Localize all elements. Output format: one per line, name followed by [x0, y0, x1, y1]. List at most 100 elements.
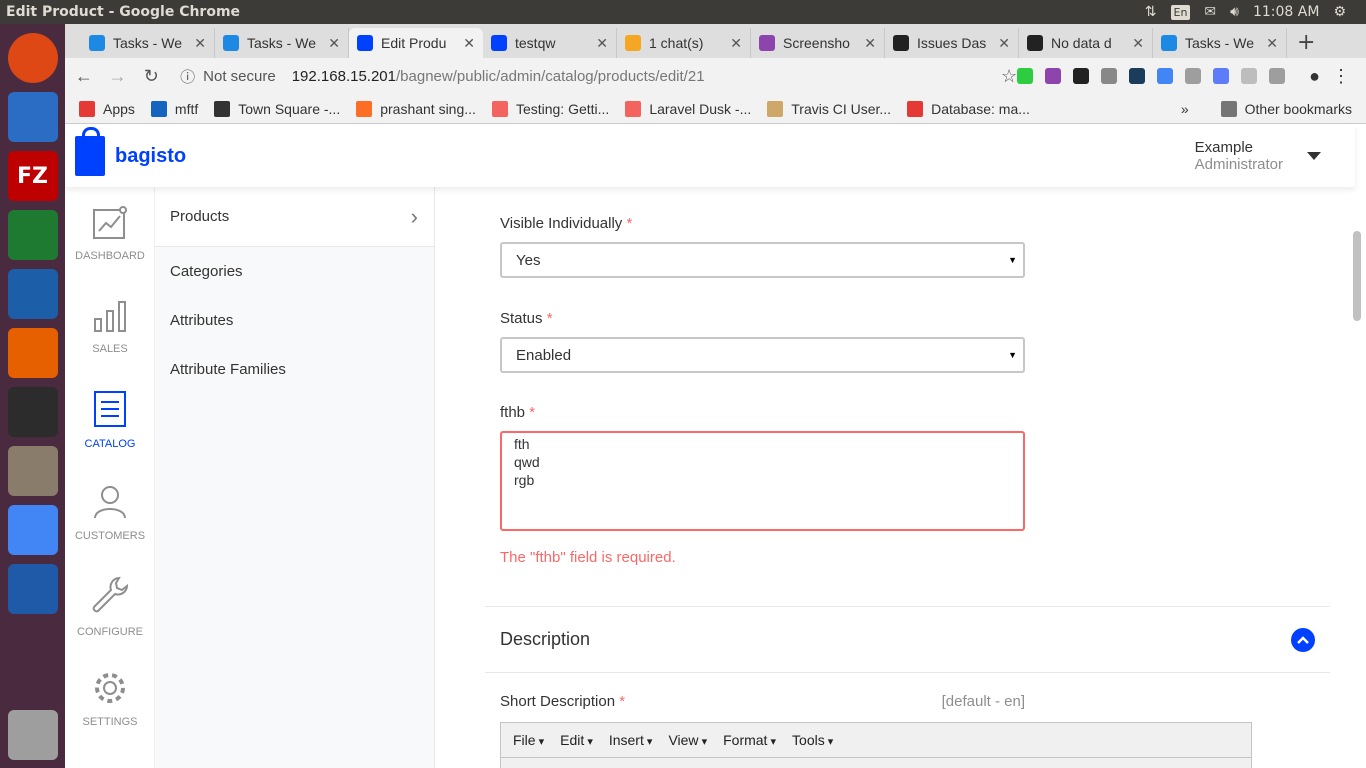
extension-icon[interactable] [1213, 68, 1230, 84]
textarea-line: fth [514, 436, 530, 452]
tab-favicon-icon [625, 35, 641, 51]
tab-close-icon[interactable]: ✕ [998, 35, 1010, 52]
power-gear-icon[interactable]: ⚙ [1333, 4, 1346, 20]
description-accordion-header[interactable]: Description [485, 606, 1330, 673]
admin-header: bagisto Example Administrator [65, 125, 1355, 187]
filezilla-icon[interactable]: FZ [7, 151, 58, 201]
bookmark-item[interactable]: Database: ma... [907, 100, 1030, 117]
nav-settings[interactable]: SETTINGS [65, 652, 155, 745]
nav-sales[interactable]: SALES [65, 280, 155, 373]
bookmark-item[interactable]: Town Square -... [214, 100, 340, 117]
bookmark-item[interactable]: Testing: Getti... [491, 100, 609, 117]
browser-tab[interactable]: No data d ✕ [1019, 28, 1153, 58]
browser-tab-strip: Tasks - We ✕ Tasks - We ✕ Edit Produ ✕ testqw ✕… [65, 24, 1366, 58]
mail-icon[interactable]: ✉ [1204, 4, 1216, 20]
tab-label: testqw [515, 35, 556, 51]
browser-tab[interactable]: Edit Produ ✕ [349, 28, 483, 58]
profile-icon[interactable]: ● [1309, 66, 1320, 87]
libreoffice-calc-icon[interactable] [7, 210, 58, 260]
extension-icon[interactable] [1017, 68, 1034, 84]
visible-individually-select[interactable]: Yes ▼ [500, 242, 1025, 278]
firefox-icon[interactable] [7, 328, 58, 378]
browser-tab[interactable]: Screensho ✕ [751, 28, 885, 58]
libreoffice-writer-icon[interactable] [7, 269, 58, 319]
nav-configure[interactable]: CONFIGURE [65, 559, 155, 652]
os-launcher: FZ [0, 24, 65, 768]
tab-close-icon[interactable]: ✕ [596, 35, 608, 52]
editor-menu-file[interactable]: File [505, 732, 552, 748]
vscode-icon[interactable] [7, 564, 58, 614]
bookmarks-overflow-icon[interactable]: » [1181, 101, 1189, 117]
caret-down-icon[interactable] [1307, 152, 1321, 160]
nav-dashboard[interactable]: DASHBOARD [65, 187, 155, 280]
extension-icon[interactable] [1185, 68, 1202, 84]
editor-menu-edit[interactable]: Edit [552, 732, 601, 748]
user-menu[interactable]: Example Administrator [1195, 139, 1321, 173]
info-icon[interactable]: ⓘ [180, 66, 195, 87]
back-icon[interactable]: ← [69, 66, 99, 87]
extension-icon[interactable] [1241, 68, 1258, 84]
keyboard-layout-indicator[interactable]: En [1170, 4, 1191, 20]
submenu-item-categories[interactable]: Categories [155, 247, 434, 296]
address-bar[interactable]: ⓘ Not secure 192.168.15.201 /bagnew/publ… [180, 66, 953, 87]
tab-close-icon[interactable]: ✕ [1132, 35, 1144, 52]
tab-label: Tasks - We [113, 35, 182, 51]
terminal-icon[interactable] [7, 387, 58, 437]
bookmark-item[interactable]: Travis CI User... [767, 100, 891, 117]
network-transfer-icon[interactable]: ⇅ [1145, 4, 1157, 20]
nav-customers[interactable]: CUSTOMERS [65, 466, 155, 559]
editor-menu-tools[interactable]: Tools [784, 732, 841, 748]
editor-menu-insert[interactable]: Insert [601, 732, 661, 748]
extension-icon[interactable] [1269, 68, 1286, 84]
browser-tab[interactable]: Tasks - We ✕ [1153, 28, 1287, 58]
nav-catalog[interactable]: CATALOG [65, 373, 155, 466]
tab-close-icon[interactable]: ✕ [730, 35, 742, 52]
editor-menu-format[interactable]: Format [715, 732, 784, 748]
thunderbird-icon[interactable] [7, 92, 58, 142]
chrome-icon[interactable] [7, 505, 58, 555]
browser-tab[interactable]: testqw ✕ [483, 28, 617, 58]
page-scrollbar[interactable] [1353, 231, 1361, 321]
browser-tab[interactable]: Issues Das ✕ [885, 28, 1019, 58]
tab-close-icon[interactable]: ✕ [194, 35, 206, 52]
url-path: /bagnew/public/admin/catalog/products/ed… [396, 67, 705, 85]
bookmark-item[interactable]: Laravel Dusk -... [625, 100, 751, 117]
tab-close-icon[interactable]: ✕ [328, 35, 340, 52]
extension-icon[interactable] [1045, 68, 1062, 84]
bookmark-item[interactable]: prashant sing... [356, 100, 476, 117]
file-manager-icon[interactable] [7, 446, 58, 496]
short-description-label: Short Description * [500, 693, 626, 710]
submenu-item-products[interactable]: Products › [155, 187, 434, 247]
trash-icon[interactable] [7, 710, 58, 760]
brand-logo[interactable]: bagisto [75, 127, 186, 176]
tab-close-icon[interactable]: ✕ [864, 35, 876, 52]
status-select[interactable]: Enabled ▼ [500, 337, 1025, 373]
extension-icon[interactable] [1157, 68, 1174, 84]
submenu-item-attributes[interactable]: Attributes [155, 296, 434, 345]
chevron-up-icon[interactable] [1291, 627, 1315, 652]
nav-customers-label: CUSTOMERS [74, 529, 146, 542]
extension-icon[interactable] [1101, 68, 1118, 84]
clock[interactable]: 11:08 AM [1253, 4, 1319, 20]
bookmark-item[interactable]: mftf [150, 100, 198, 117]
volume-icon[interactable]: 🔊︎ [1230, 4, 1239, 20]
extension-icon[interactable] [1129, 68, 1146, 84]
editor-menu-view[interactable]: View [660, 732, 715, 748]
other-bookmarks[interactable]: Other bookmarks [1220, 100, 1352, 117]
browser-tab[interactable]: 1 chat(s) ✕ [617, 28, 751, 58]
forward-icon[interactable]: → [103, 66, 133, 87]
tab-close-icon[interactable]: ✕ [463, 35, 475, 52]
browser-tab[interactable]: Tasks - We ✕ [81, 28, 215, 58]
browser-tab[interactable]: Tasks - We ✕ [215, 28, 349, 58]
menu-kebab-icon[interactable]: ⋮ [1332, 66, 1350, 87]
bookmark-item[interactable]: Apps [79, 100, 135, 117]
fthb-textarea[interactable]: fth qwd rgb [500, 431, 1025, 531]
fthb-label: fthb * [500, 404, 536, 421]
tab-close-icon[interactable]: ✕ [1266, 35, 1278, 52]
new-tab-icon[interactable]: + [1287, 28, 1325, 58]
submenu-item-attribute-families[interactable]: Attribute Families [155, 345, 434, 394]
bookmark-star-icon[interactable]: ☆ [1001, 66, 1017, 87]
ubuntu-dash-icon[interactable] [7, 33, 58, 83]
extension-icon[interactable] [1073, 68, 1090, 84]
reload-icon[interactable]: ↻ [136, 66, 166, 87]
